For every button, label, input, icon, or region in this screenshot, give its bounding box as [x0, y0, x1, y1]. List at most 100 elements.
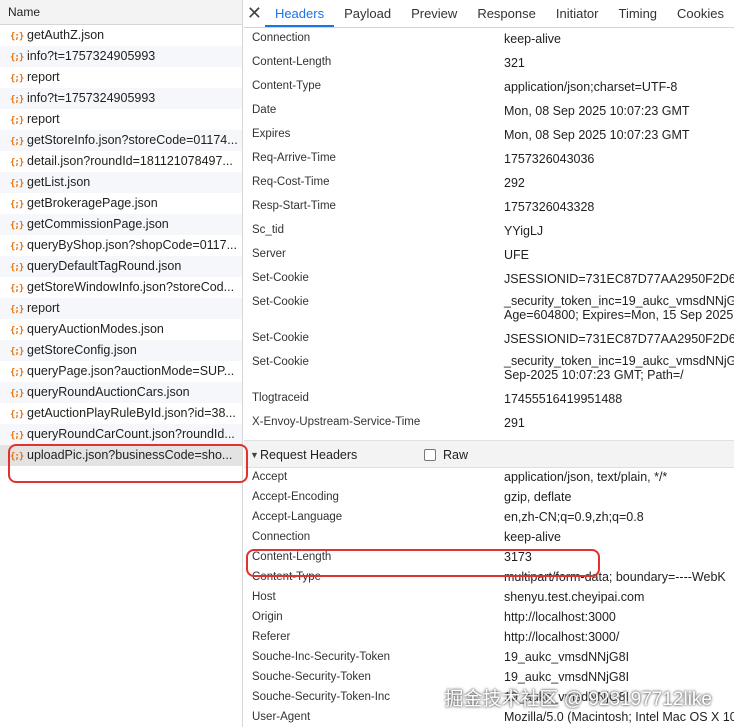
header-value[interactable]: JSESSIONID=731EC87D77AA2950F2D60	[504, 332, 734, 346]
request-item[interactable]: {;} detail.json?roundId=181121078497...	[0, 151, 242, 172]
header-value[interactable]: gzip, deflate	[504, 490, 571, 504]
request-item[interactable]: {;} queryAuctionModes.json	[0, 319, 242, 340]
request-item[interactable]: {;} queryDefaultTagRound.json	[0, 256, 242, 277]
json-file-icon: {;}	[10, 263, 24, 273]
request-item[interactable]: {;} getCommissionPage.json	[0, 214, 242, 235]
request-list-panel: Name {;} getAuthZ.json {;} info?t=175732490…	[0, 0, 243, 727]
header-value[interactable]: application/json, text/plain, */*	[504, 470, 667, 484]
header-name: Content-Type	[252, 571, 322, 583]
header-value[interactable]: http://localhost:3000/	[504, 630, 619, 644]
header-value[interactable]: 1757326043328	[504, 200, 594, 214]
header-value[interactable]: multipart/form-data; boundary=----WebK	[504, 570, 726, 584]
request-item[interactable]: {;} queryByShop.json?shopCode=0117...	[0, 235, 242, 256]
json-file-icon: {;}	[10, 389, 24, 399]
request-item[interactable]: {;} getBrokeragePage.json	[0, 193, 242, 214]
header-value[interactable]: _security_token_inc=19_aukc_vmsdNNjG Age=…	[504, 294, 734, 322]
header-value[interactable]: 3173	[504, 550, 532, 564]
header-value-line: http://localhost:3000	[504, 610, 616, 624]
close-icon[interactable]: ✕	[244, 0, 265, 27]
header-row: Sc_tid YYigLJ	[244, 220, 734, 244]
header-value-line: _security_token_inc=19_aukc_vmsdNNjG	[504, 294, 734, 308]
header-name: Content-Type	[252, 80, 322, 92]
raw-checkbox[interactable]	[424, 449, 436, 461]
request-item[interactable]: {;} getStoreInfo.json?storeCode=01174...	[0, 130, 242, 151]
watermark: 掘金技术社区 @ 923197712like	[444, 689, 712, 710]
request-item[interactable]: {;} queryRoundCarCount.json?roundId...	[0, 424, 242, 445]
header-value[interactable]: JSESSIONID=731EC87D77AA2950F2D60	[504, 272, 734, 286]
request-item[interactable]: {;} report	[0, 298, 242, 319]
header-value[interactable]: 1757326043036	[504, 152, 594, 166]
header-value[interactable]: keep-alive	[504, 32, 561, 46]
request-headers-section[interactable]: ▼ Request Headers Raw	[244, 440, 734, 468]
tab-headers[interactable]: Headers	[264, 0, 335, 27]
header-name: Origin	[252, 611, 283, 623]
request-item[interactable]: {;} getAuctionPlayRuleById.json?id=38...	[0, 403, 242, 424]
header-value[interactable]: Mozilla/5.0 (Macintosh; Intel Mac OS X 1…	[504, 710, 734, 724]
request-item-label: detail.json?roundId=181121078497...	[27, 154, 233, 168]
header-value[interactable]: _security_token_inc=19_aukc_vmsdNNjG Sep-…	[504, 354, 734, 382]
tab-timing[interactable]: Timing	[609, 0, 668, 27]
header-value[interactable]: application/json;charset=UTF-8	[504, 80, 677, 94]
json-file-icon: {;}	[10, 53, 24, 63]
header-value[interactable]: 19_aukc_vmsdNNjG8I	[504, 650, 629, 664]
header-value-line: Mon, 08 Sep 2025 10:07:23 GMT	[504, 128, 690, 142]
header-value[interactable]: UFE	[504, 248, 529, 262]
header-value-line: shenyu.test.cheyipai.com	[504, 590, 645, 604]
header-value-line: 17455516419951488	[504, 392, 623, 406]
header-value[interactable]: 17455516419951488	[504, 392, 622, 406]
name-column-header[interactable]: Name	[0, 0, 242, 25]
request-item[interactable]: {;} info?t=1757324905993	[0, 88, 242, 109]
tab-cookies[interactable]: Cookies	[667, 0, 734, 27]
detail-tabs: ✕ Headers Payload Preview Response Initiator…	[244, 0, 734, 28]
tab-preview[interactable]: Preview	[401, 0, 467, 27]
request-item[interactable]: {;} queryPage.json?auctionMode=SUP...	[0, 361, 242, 382]
tab-response[interactable]: Response	[467, 0, 546, 27]
header-row: Set-Cookie _security_token_inc=19_aukc_vm…	[244, 292, 734, 328]
raw-toggle[interactable]: Raw	[424, 441, 468, 469]
request-item[interactable]: {;} queryRoundAuctionCars.json	[0, 382, 242, 403]
header-value[interactable]: 291	[504, 416, 525, 430]
header-name: Set-Cookie	[252, 296, 309, 308]
request-item[interactable]: {;} uploadPic.json?businessCode=sho...	[0, 445, 242, 466]
header-value-line: 3173	[504, 550, 532, 564]
request-item[interactable]: {;} report	[0, 109, 242, 130]
json-file-icon: {;}	[10, 158, 24, 168]
expand-triangle-icon[interactable]: ▼	[250, 441, 259, 469]
header-value-line: 292	[504, 176, 525, 190]
request-item[interactable]: {;} getStoreWindowInfo.json?storeCod...	[0, 277, 242, 298]
header-row: Content-Type multipart/form-data; boundar…	[244, 568, 734, 588]
header-value-line: 19_aukc_vmsdNNjG8I	[504, 670, 630, 684]
header-value-line: YYigLJ	[504, 224, 544, 238]
header-value[interactable]: http://localhost:3000	[504, 610, 616, 624]
header-value[interactable]: 292	[504, 176, 525, 190]
request-item[interactable]: {;} getAuthZ.json	[0, 25, 242, 46]
header-value[interactable]: Mon, 08 Sep 2025 10:07:23 GMT	[504, 128, 690, 142]
header-value[interactable]: 321	[504, 56, 525, 70]
header-value[interactable]: shenyu.test.cheyipai.com	[504, 590, 644, 604]
request-item[interactable]: {;} info?t=1757324905993	[0, 46, 242, 67]
header-value[interactable]: keep-alive	[504, 530, 561, 544]
header-name: Set-Cookie	[252, 356, 309, 368]
header-value[interactable]: YYigLJ	[504, 224, 543, 238]
request-item[interactable]: {;} report	[0, 67, 242, 88]
request-item[interactable]: {;} getStoreConfig.json	[0, 340, 242, 361]
header-name: Souche-Security-Token-Inc	[252, 691, 391, 703]
header-name: Connection	[252, 531, 311, 543]
request-item[interactable]: {;} getList.json	[0, 172, 242, 193]
tab-payload[interactable]: Payload	[334, 0, 401, 27]
header-name: Set-Cookie	[252, 272, 309, 284]
request-item-label: getStoreInfo.json?storeCode=01174...	[27, 133, 238, 147]
request-item-label: report	[27, 112, 60, 126]
header-value[interactable]: Mon, 08 Sep 2025 10:07:23 GMT	[504, 104, 690, 118]
header-value-line: application/json, text/plain, */*	[504, 470, 668, 484]
header-row: Souche-Inc-Security-Token 19_aukc_vmsdNNj…	[244, 648, 734, 668]
header-value[interactable]: 19_aukc_vmsdNNjG8I	[504, 670, 629, 684]
header-name: X-Envoy-Upstream-Service-Time	[252, 416, 421, 428]
json-file-icon: {;}	[10, 221, 24, 231]
header-value[interactable]: en,zh-CN;q=0.9,zh;q=0.8	[504, 510, 644, 524]
header-name: Sc_tid	[252, 224, 284, 236]
header-value-line: 1757326043328	[504, 200, 595, 214]
header-row: Content-Length 321	[244, 52, 734, 76]
header-name: Set-Cookie	[252, 332, 309, 344]
tab-initiator[interactable]: Initiator	[546, 0, 609, 27]
